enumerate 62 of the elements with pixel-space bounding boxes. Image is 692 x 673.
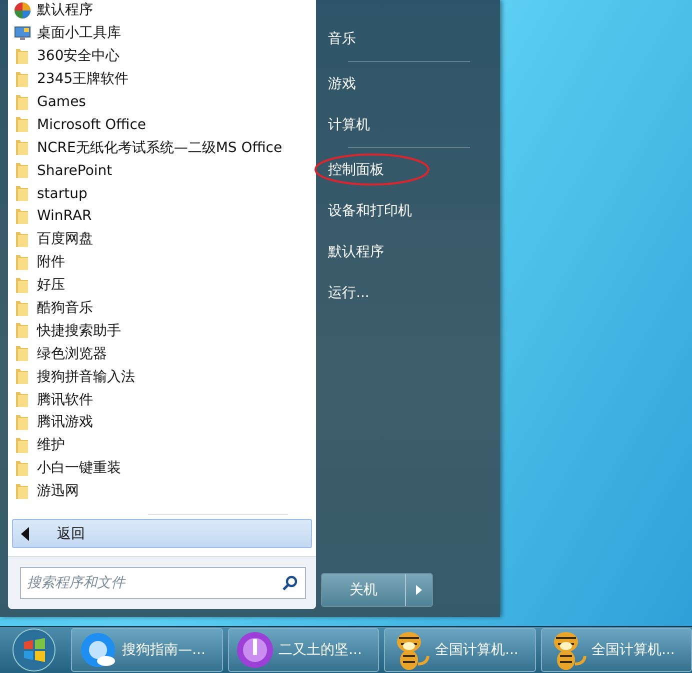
folder-icon: [15, 48, 29, 65]
taskbar-button[interactable]: 全国计算机...: [540, 628, 692, 672]
folder-icon: [15, 345, 29, 362]
taskbar-button[interactable]: 全国计算机...: [384, 628, 536, 672]
folder-icon: [15, 230, 29, 248]
monitor-icon: [14, 25, 30, 42]
program-item[interactable]: Games: [8, 90, 316, 114]
program-item[interactable]: 附件: [8, 250, 316, 274]
folder-icon: [15, 70, 29, 88]
windows-orb-icon: [14, 2, 30, 19]
folder-icon: [15, 94, 29, 110]
folder-icon: [15, 482, 29, 500]
taskbar-button[interactable]: 搜狗指南—...: [71, 628, 223, 672]
program-item[interactable]: 快捷搜索助手: [8, 319, 316, 342]
program-item[interactable]: SharePoint: [8, 159, 316, 182]
search-icon: [282, 575, 298, 591]
program-item[interactable]: 好压: [8, 274, 316, 297]
folder-icon: [15, 254, 29, 271]
left-triangle-icon: [21, 526, 29, 540]
program-item[interactable]: Microsoft Office: [8, 113, 316, 136]
folder-icon: [15, 185, 29, 202]
menu-link[interactable]: 设备和打印机: [316, 190, 412, 231]
menu-link[interactable]: 控制面板: [316, 149, 384, 190]
folder-icon: [15, 276, 29, 294]
program-item[interactable]: 桌面小工具库: [8, 22, 316, 45]
program-item[interactable]: 酷狗音乐: [8, 296, 316, 320]
right-triangle-icon: [416, 585, 422, 595]
taskbar-button[interactable]: 二又土的坚...: [228, 628, 380, 672]
menu-link[interactable]: 计算机: [316, 104, 370, 145]
program-item[interactable]: 游迅网: [8, 480, 316, 503]
menu-link[interactable]: 音乐: [316, 18, 356, 59]
folder-icon: [15, 300, 29, 317]
program-item[interactable]: 2345王牌软件: [8, 68, 316, 91]
program-item[interactable]: 维护: [8, 434, 316, 457]
folder-icon: [15, 162, 29, 180]
program-item[interactable]: 搜狗拼音输入法: [8, 365, 316, 388]
menu-link[interactable]: 游戏: [316, 63, 356, 104]
search-field[interactable]: 搜索程序和文件: [20, 567, 306, 599]
menu-link[interactable]: 运行...: [316, 272, 370, 313]
folder-icon: [15, 414, 29, 431]
folder-icon: [15, 436, 29, 454]
folder-icon: [15, 322, 29, 340]
back-button[interactable]: 返回: [12, 519, 312, 548]
exclamation-orb-icon: [234, 630, 275, 670]
program-item[interactable]: 小白一键重装: [8, 456, 316, 480]
windows-orb-icon: [12, 628, 56, 672]
menu-link[interactable]: 默认程序: [316, 231, 384, 272]
program-item[interactable]: NCRE无纸化考试系统—二级MS Office: [8, 136, 316, 160]
program-item[interactable]: startup: [8, 182, 316, 206]
program-item[interactable]: 百度网盘: [8, 228, 316, 251]
program-item[interactable]: 默认程序: [8, 0, 316, 22]
folder-icon: [15, 116, 29, 134]
program-item[interactable]: WinRAR: [8, 205, 316, 228]
program-item[interactable]: 360安全中心: [8, 44, 316, 68]
program-item[interactable]: 绿色浏览器: [8, 342, 316, 366]
folder-icon: [15, 368, 29, 386]
program-item[interactable]: 腾讯游戏: [8, 411, 316, 434]
folder-icon: [15, 460, 29, 477]
folder-icon: [15, 139, 29, 156]
folder-icon: [15, 391, 29, 408]
program-item[interactable]: 腾讯软件: [8, 388, 316, 412]
folder-icon: [15, 208, 29, 225]
